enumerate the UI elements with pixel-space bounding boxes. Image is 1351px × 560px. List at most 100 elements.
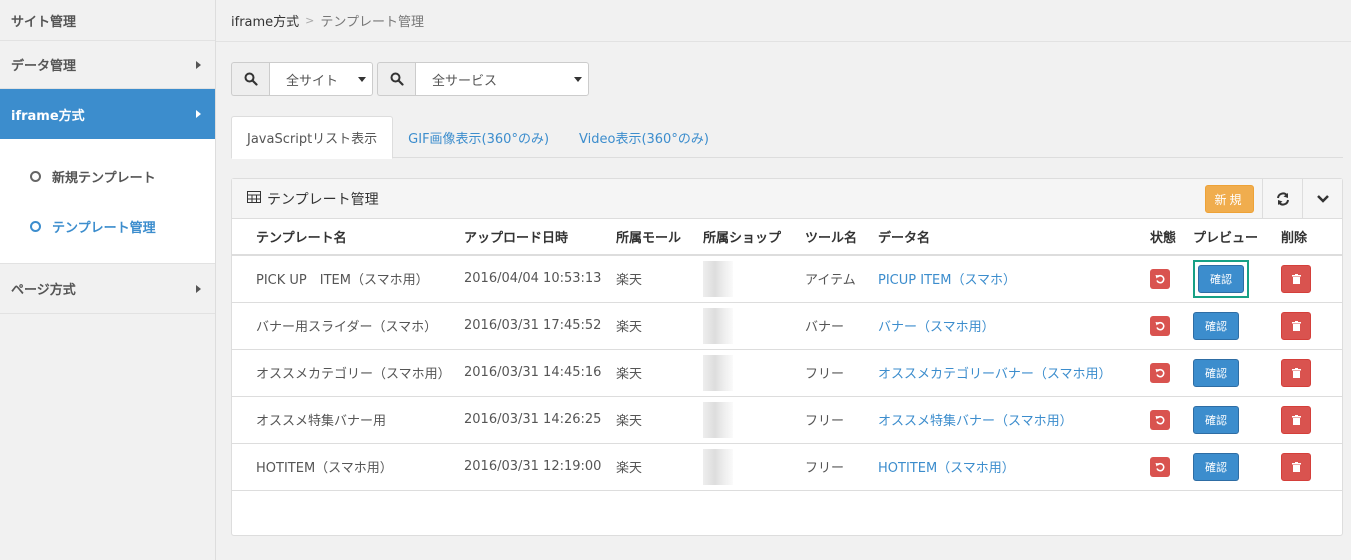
tab-gif[interactable]: GIF画像表示(360°のみ) — [393, 116, 564, 158]
service-select[interactable]: 全サービス — [415, 62, 589, 96]
col-header-preview: プレビュー — [1189, 219, 1277, 256]
cell-shop — [699, 302, 801, 350]
col-header-data: データ名 — [874, 219, 1146, 256]
cell-data-name-link[interactable]: オススメカテゴリーバナー（スマホ用） — [874, 349, 1146, 397]
cell-template-name: オススメ特集バナー用 — [232, 396, 460, 444]
refresh-icon — [1276, 192, 1289, 206]
sidebar-item-iframe[interactable]: iframe方式 — [0, 89, 215, 139]
trash-icon — [1291, 367, 1301, 378]
status-toggle-button[interactable] — [1150, 268, 1170, 289]
cell-data-name-link[interactable]: HOTITEM（スマホ用） — [874, 443, 1146, 491]
panel-title: テンプレート管理 — [267, 191, 379, 208]
blurred-shop-name — [703, 260, 733, 297]
circle-icon — [30, 220, 41, 232]
cell-shop — [699, 396, 801, 444]
trash-icon — [1291, 273, 1301, 284]
cell-preview: 確認 — [1189, 302, 1277, 350]
confirm-button[interactable]: 確認 — [1198, 264, 1244, 293]
caret-down-icon — [574, 77, 582, 82]
blurred-shop-name — [703, 307, 733, 344]
table-row: オススメカテゴリー（スマホ用） 2016/03/31 14:45:16 楽天 フ… — [232, 349, 1342, 397]
cell-status — [1146, 349, 1189, 397]
sidebar-item-site[interactable]: サイト管理 — [0, 0, 215, 41]
search-icon — [231, 62, 269, 96]
cell-tool-name: フリー — [801, 443, 874, 491]
circle-icon — [30, 170, 41, 182]
cell-template-name: オススメカテゴリー（スマホ用） — [232, 349, 460, 397]
status-toggle-button[interactable] — [1150, 409, 1170, 430]
cell-upload-date: 2016/03/31 17:45:52 — [460, 302, 612, 350]
cell-template-name: バナー用スライダー（スマホ） — [232, 302, 460, 350]
new-button[interactable]: 新規 — [1205, 185, 1254, 213]
breadcrumb-current: テンプレート管理 — [320, 15, 425, 30]
cell-shop — [699, 255, 801, 303]
col-header-tool: ツール名 — [801, 219, 874, 256]
confirm-button[interactable]: 確認 — [1193, 311, 1239, 340]
site-filter: 全サイト — [231, 62, 373, 96]
refresh-button[interactable] — [1262, 179, 1302, 219]
filters: 全サイト 全サービス — [231, 62, 593, 96]
search-icon — [377, 62, 415, 96]
trash-icon — [1291, 320, 1301, 331]
undo-icon — [1155, 462, 1165, 471]
collapse-button[interactable] — [1302, 179, 1342, 219]
cell-status — [1146, 396, 1189, 444]
cell-tool-name: バナー — [801, 302, 874, 350]
delete-button[interactable] — [1281, 264, 1311, 293]
delete-button[interactable] — [1281, 358, 1311, 387]
cell-mall: 楽天 — [612, 396, 699, 444]
cell-delete — [1277, 302, 1342, 350]
cell-upload-date: 2016/03/31 12:19:00 — [460, 443, 612, 491]
undo-icon — [1155, 415, 1165, 424]
sidebar-item-page[interactable]: ページ方式 — [0, 264, 215, 314]
delete-button[interactable] — [1281, 405, 1311, 434]
table-row: バナー用スライダー（スマホ） 2016/03/31 17:45:52 楽天 バナ… — [232, 302, 1342, 350]
panel-header: テンプレート管理 新規 — [232, 179, 1342, 219]
cell-upload-date: 2016/03/31 14:45:16 — [460, 349, 612, 397]
trash-icon — [1291, 414, 1301, 425]
tab-javascript-list[interactable]: JavaScriptリスト表示 — [231, 116, 394, 159]
cell-data-name-link[interactable]: PICUP ITEM（スマホ） — [874, 255, 1146, 303]
caret-right-icon — [196, 284, 201, 293]
cell-status — [1146, 443, 1189, 491]
cell-data-name-link[interactable]: バナー（スマホ用） — [874, 302, 1146, 350]
cell-delete — [1277, 396, 1342, 444]
chevron-down-icon — [1316, 195, 1329, 203]
cell-data-name-link[interactable]: オススメ特集バナー（スマホ用） — [874, 396, 1146, 444]
cell-preview: 確認 — [1189, 396, 1277, 444]
service-filter: 全サービス — [377, 62, 589, 96]
tabs: JavaScriptリスト表示 GIF画像表示(360°のみ) Video表示(… — [231, 116, 1343, 159]
cell-mall: 楽天 — [612, 255, 699, 303]
cell-upload-date: 2016/04/04 10:53:13 — [460, 255, 612, 303]
col-header-shop: 所属ショップ — [699, 219, 801, 256]
cell-mall: 楽天 — [612, 302, 699, 350]
sidebar-subitem-template-manage[interactable]: テンプレート管理 — [0, 201, 215, 251]
main-content: iframe方式 > テンプレート管理 全サイト 全サービス JavaScrip… — [216, 0, 1351, 560]
status-toggle-button[interactable] — [1150, 362, 1170, 383]
status-toggle-button[interactable] — [1150, 456, 1170, 477]
confirm-button[interactable]: 確認 — [1193, 405, 1239, 434]
delete-button[interactable] — [1281, 452, 1311, 481]
cell-delete — [1277, 255, 1342, 303]
delete-button[interactable] — [1281, 311, 1311, 340]
cell-status — [1146, 255, 1189, 303]
tab-video[interactable]: Video表示(360°のみ) — [564, 116, 724, 158]
confirm-button[interactable]: 確認 — [1193, 452, 1239, 481]
col-header-date: アップロード日時 — [460, 219, 612, 256]
col-header-delete: 削除 — [1277, 219, 1342, 256]
cell-delete — [1277, 349, 1342, 397]
status-toggle-button[interactable] — [1150, 315, 1170, 336]
confirm-button[interactable]: 確認 — [1193, 358, 1239, 387]
cell-preview: 確認 — [1189, 349, 1277, 397]
cell-delete — [1277, 443, 1342, 491]
breadcrumb-item[interactable]: iframe方式 — [231, 11, 299, 30]
cell-status — [1146, 302, 1189, 350]
undo-icon — [1155, 274, 1165, 284]
sidebar: サイト管理 データ管理 iframe方式 新規テンプレート テンプレート管理 ペ… — [0, 0, 216, 560]
site-select[interactable]: 全サイト — [269, 62, 373, 96]
sidebar-subitem-new-template[interactable]: 新規テンプレート — [0, 151, 215, 201]
cell-upload-date: 2016/03/31 14:26:25 — [460, 396, 612, 444]
cell-preview: 確認 — [1189, 443, 1277, 491]
sidebar-item-data[interactable]: データ管理 — [0, 41, 215, 89]
blurred-shop-name — [703, 401, 733, 438]
